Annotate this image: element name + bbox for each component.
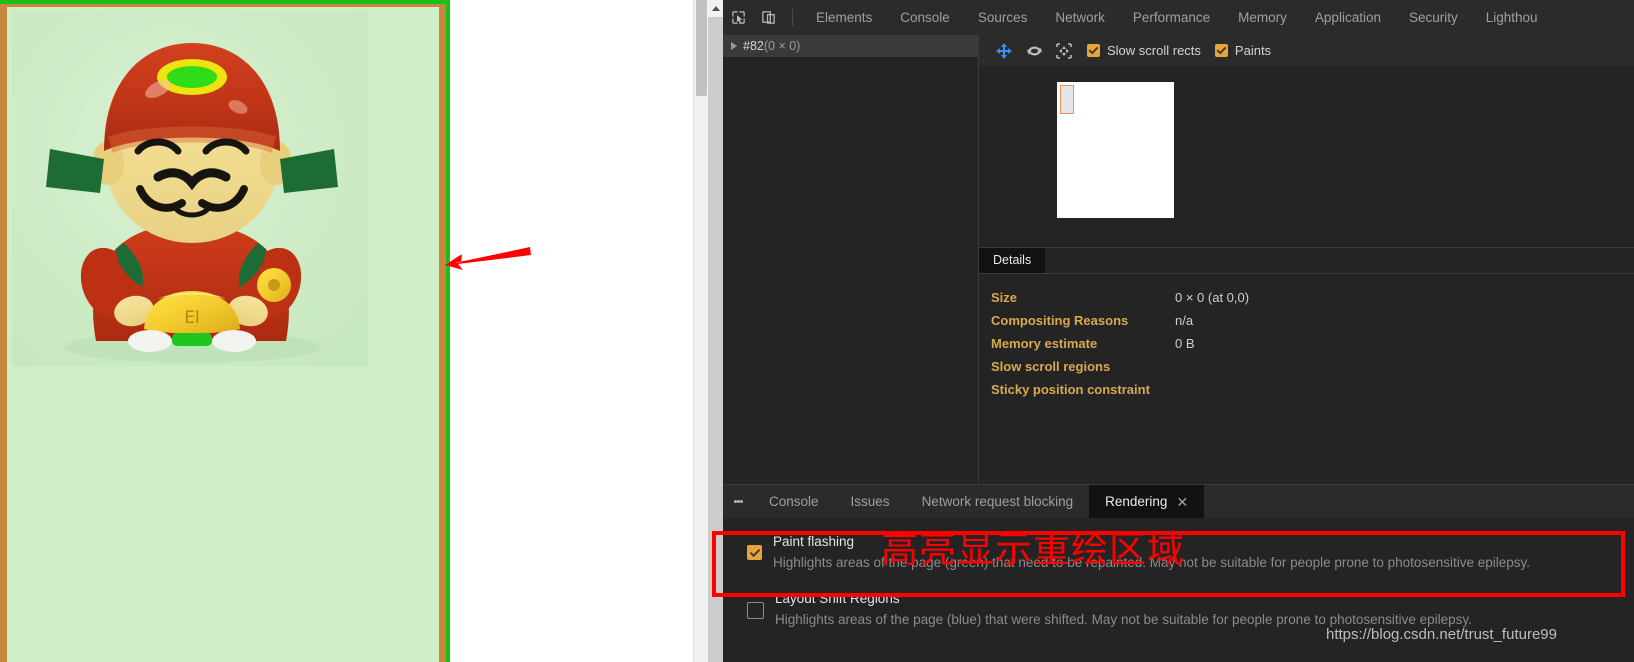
- tab-security[interactable]: Security: [1395, 0, 1472, 35]
- checkbox-slow-scroll-rects[interactable]: Slow scroll rects: [1087, 43, 1201, 58]
- layout-shift-regions-description: Highlights areas of the page (blue) that…: [775, 612, 1472, 627]
- paint-flashing-title: Paint flashing: [773, 534, 855, 549]
- tab-memory[interactable]: Memory: [1224, 0, 1301, 35]
- devtools-drawer: Console Issues Network request blocking …: [723, 484, 1634, 662]
- selected-layer-marker[interactable]: [1060, 85, 1074, 114]
- devtools-outer-scrollbar[interactable]: [708, 0, 723, 662]
- details-value: 0 × 0 (at 0,0): [1175, 290, 1250, 305]
- drawer-tabbar: Console Issues Network request blocking …: [723, 485, 1634, 519]
- close-icon[interactable]: ✕: [1176, 495, 1188, 509]
- scroll-up-button[interactable]: [708, 0, 723, 17]
- details-key: Compositing Reasons: [991, 313, 1129, 328]
- layer-node-dimensions: (0 × 0): [763, 39, 801, 53]
- rendering-option-paint-flashing[interactable]: Paint flashing Highlights areas of the p…: [747, 532, 1634, 573]
- checkbox-paints[interactable]: Paints: [1214, 43, 1272, 58]
- details-row: Compositing Reasons n/a: [991, 309, 1634, 332]
- devtools-scrollbar-thumb[interactable]: [708, 17, 723, 662]
- page-scrollbar[interactable]: [693, 0, 708, 662]
- paint-flashing-checkbox[interactable]: [747, 545, 762, 573]
- details-key: Slow scroll regions: [991, 359, 1111, 374]
- layers-tree-row[interactable]: #82 (0 × 0): [723, 35, 978, 57]
- details-key: Memory estimate: [991, 336, 1098, 351]
- rendering-panel-body: Paint flashing Highlights areas of the p…: [723, 518, 1634, 662]
- tab-application[interactable]: Application: [1301, 0, 1395, 35]
- screenshot-root: El Elements Console Sources Network Perf…: [0, 0, 1634, 662]
- layout-shift-regions-text: Layout Shift Regions Highlights areas of…: [775, 589, 1472, 630]
- browser-page-viewport: El: [0, 0, 708, 662]
- checkbox-checked-icon: [1087, 44, 1100, 57]
- details-value: 0 B: [1175, 336, 1195, 351]
- more-tools-menu-icon[interactable]: [723, 485, 753, 518]
- paint-flashing-text: Paint flashing Highlights areas of the p…: [773, 532, 1530, 573]
- details-value: n/a: [1175, 313, 1194, 328]
- details-row: Sticky position constraint: [991, 378, 1634, 401]
- checkbox-checked-icon: [1214, 44, 1228, 57]
- tab-console[interactable]: Console: [886, 0, 964, 35]
- drawer-tab-rendering[interactable]: Rendering ✕: [1089, 485, 1205, 518]
- paint-flashing-description: Highlights areas of the page (green) tha…: [773, 555, 1530, 570]
- details-table: Size 0 × 0 (at 0,0) Compositing Reasons …: [979, 274, 1634, 401]
- checkbox-checked-icon: [747, 545, 762, 560]
- drawer-tab-rendering-label: Rendering: [1105, 494, 1168, 509]
- rendering-option-layout-shift-regions[interactable]: Layout Shift Regions Highlights areas of…: [747, 589, 1634, 630]
- tab-network[interactable]: Network: [1041, 0, 1119, 35]
- details-row: Memory estimate 0 B: [991, 332, 1634, 355]
- layer-preview-rect[interactable]: [1057, 82, 1174, 218]
- chevron-up-icon: [711, 6, 720, 11]
- layout-shift-regions-title: Layout Shift Regions: [775, 591, 900, 606]
- drawer-tab-network-request-blocking[interactable]: Network request blocking: [906, 485, 1090, 518]
- checkbox-unchecked-icon: [747, 602, 764, 619]
- tab-performance[interactable]: Performance: [1119, 0, 1224, 35]
- tab-lighthouse[interactable]: Lighthou: [1472, 0, 1552, 35]
- inspect-element-icon[interactable]: [723, 0, 753, 35]
- drawer-tab-issues[interactable]: Issues: [835, 485, 906, 518]
- tab-elements[interactable]: Elements: [802, 0, 886, 35]
- reset-view-icon[interactable]: [1049, 35, 1079, 66]
- chevron-right-icon[interactable]: [731, 42, 737, 50]
- device-toolbar-icon[interactable]: [753, 0, 783, 35]
- annotation-arrow-icon: [445, 247, 531, 270]
- details-row: Slow scroll regions: [991, 355, 1634, 378]
- devtools-tabbar: Elements Console Sources Network Perform…: [723, 0, 1634, 36]
- details-tabstrip: Details: [979, 248, 1634, 274]
- pan-mode-icon[interactable]: [989, 35, 1019, 66]
- paint-flashing-top-edge: [0, 0, 450, 4]
- layer-details-pane: Details Size 0 × 0 (at 0,0) Compositing …: [979, 247, 1634, 484]
- details-key: Size: [991, 290, 1018, 305]
- page-scrollbar-thumb[interactable]: [696, 0, 707, 96]
- paints-label: Paints: [1234, 43, 1272, 58]
- layout-shift-regions-checkbox[interactable]: [747, 602, 764, 630]
- slow-scroll-rects-label: Slow scroll rects: [1107, 43, 1201, 58]
- devtools-panel: Elements Console Sources Network Perform…: [708, 0, 1634, 662]
- layers-view-toolbar: Slow scroll rects Paints: [979, 35, 1634, 67]
- kebab-dot-icon: [739, 500, 743, 503]
- layer-node-name: #82: [743, 39, 764, 53]
- page-image-figurine: El: [12, 11, 368, 366]
- tab-details[interactable]: Details: [979, 248, 1046, 273]
- rotate-mode-icon[interactable]: [1019, 35, 1049, 66]
- drawer-tab-console[interactable]: Console: [753, 485, 835, 518]
- details-key: Sticky position constraint: [991, 382, 1150, 397]
- tab-sources[interactable]: Sources: [964, 0, 1042, 35]
- details-row: Size 0 × 0 (at 0,0): [991, 286, 1634, 309]
- toolbar-divider: [792, 9, 793, 26]
- layers-tree-panel: #82 (0 × 0): [723, 35, 979, 483]
- svg-text:El: El: [184, 308, 199, 328]
- layers-3d-canvas[interactable]: [979, 66, 1634, 247]
